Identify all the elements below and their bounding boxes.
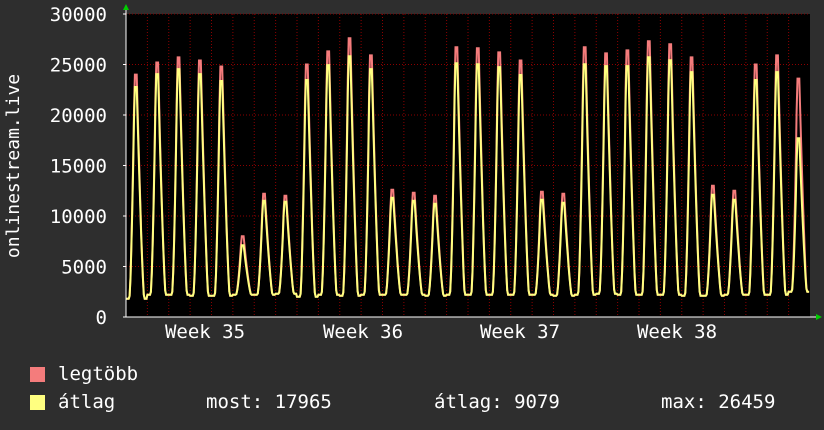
y-tick-label: 10000 bbox=[50, 206, 107, 228]
stat-average: átlag: 9079 bbox=[434, 391, 560, 413]
y-tick-label: 15000 bbox=[50, 156, 107, 178]
x-tick-label: Week 35 bbox=[165, 321, 245, 340]
legend-max-label: legtöbb bbox=[58, 363, 139, 385]
x-axis-arrow-icon bbox=[816, 314, 822, 320]
x-tick-label: Week 36 bbox=[323, 321, 403, 340]
y-tick-labels: 0 5000 10000 15000 20000 25000 30000 bbox=[50, 4, 126, 329]
y-tick-label: 20000 bbox=[50, 105, 107, 127]
chart: 050001000015000200002500030000 Week 35 We… bbox=[3, 4, 822, 340]
y-tick-label: 0 bbox=[96, 307, 107, 329]
x-tick-labels: Week 35 Week 36 Week 37 Week 38 bbox=[165, 321, 717, 340]
legend-max-swatch bbox=[30, 367, 45, 382]
stat-now: most: 17965 bbox=[206, 391, 332, 413]
y-tick-label: 5000 bbox=[61, 257, 107, 279]
y-axis-arrow-icon bbox=[123, 4, 129, 10]
legend-avg-label: átlag bbox=[58, 391, 116, 413]
legend-avg-swatch bbox=[30, 395, 45, 410]
x-tick-label: Week 37 bbox=[480, 321, 560, 340]
x-tick-label: Week 38 bbox=[637, 321, 717, 340]
y-tick-label: 25000 bbox=[50, 55, 107, 77]
y-axis-label: onlinestream.live bbox=[3, 74, 24, 258]
y-tick-label: 30000 bbox=[50, 4, 107, 26]
stat-max: max: 26459 bbox=[661, 391, 776, 413]
